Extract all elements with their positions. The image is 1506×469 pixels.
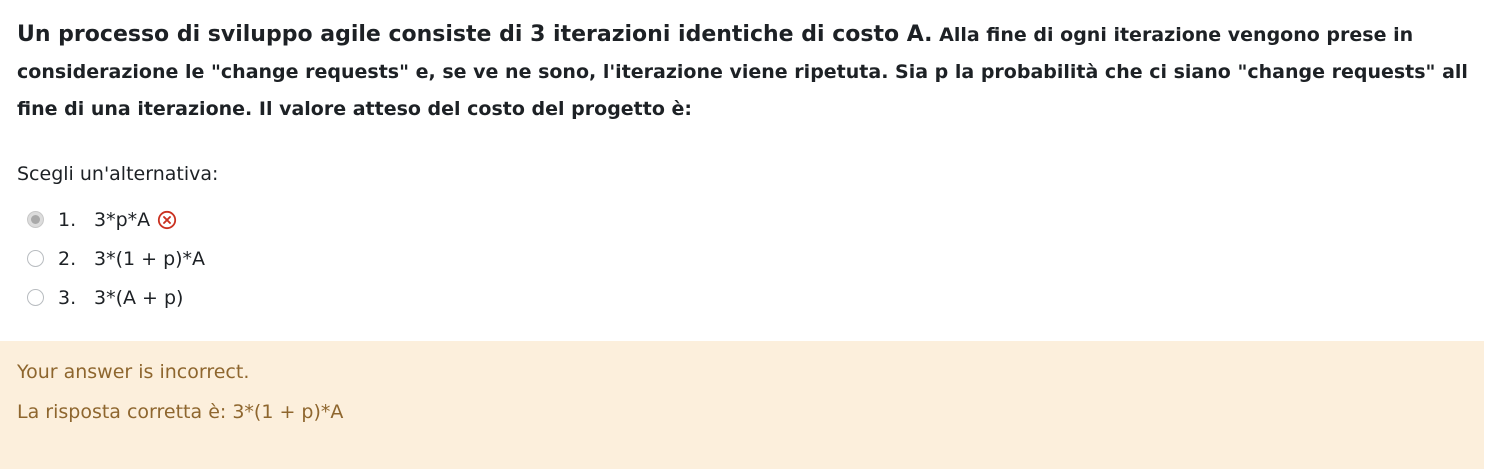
answer-prompt: Scegli un'alternativa: <box>17 163 219 185</box>
answer-option-3[interactable]: 3. 3*(A + p) <box>27 278 205 317</box>
feedback-panel: Your answer is incorrect. La risposta co… <box>0 341 1484 469</box>
answer-option-1[interactable]: 1. 3*p*A <box>27 200 205 239</box>
answer-1-label: 3*p*A <box>94 208 151 231</box>
answer-2-number: 2. <box>58 247 77 270</box>
answer-1-number: 1. <box>58 208 77 231</box>
answer-option-2[interactable]: 2. 3*(1 + p)*A <box>27 239 205 278</box>
answer-3-number: 3. <box>58 286 77 309</box>
answer-2-label: 3*(1 + p)*A <box>94 247 206 270</box>
question-text: Un processo di sviluppo agile consiste d… <box>17 16 1477 128</box>
answer-list: 1. 3*p*A 2. 3*(1 + p)*A 3. 3*(A + p) <box>27 200 205 317</box>
incorrect-icon <box>157 210 177 230</box>
answer-1-radio[interactable] <box>27 211 44 228</box>
answer-2-radio[interactable] <box>27 250 44 267</box>
feedback-status: Your answer is incorrect. <box>17 361 250 383</box>
answer-3-radio[interactable] <box>27 289 44 306</box>
answer-3-label: 3*(A + p) <box>94 286 184 309</box>
correct-answer-text: La risposta corretta è: 3*(1 + p)*A <box>17 401 344 423</box>
question-lead: Un processo di sviluppo agile consiste d… <box>17 22 933 47</box>
